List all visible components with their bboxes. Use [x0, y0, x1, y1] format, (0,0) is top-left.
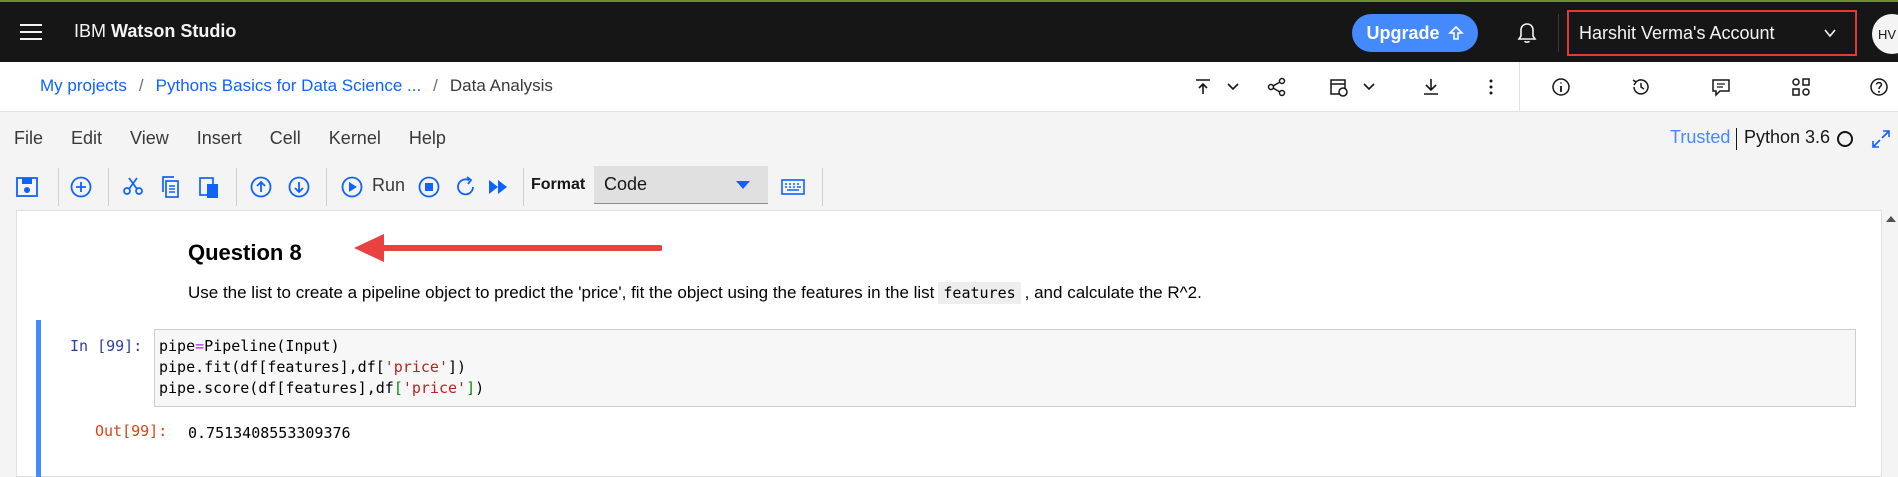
publish-icon[interactable] — [1192, 76, 1214, 98]
run-icon[interactable] — [339, 174, 365, 200]
chevron-down-icon[interactable] — [1222, 76, 1244, 98]
code-line: pipe=Pipeline(Input) — [159, 337, 340, 355]
version-history-icon[interactable] — [1630, 76, 1652, 98]
output-value: 0.7513408553309376 — [188, 424, 351, 442]
cut-icon[interactable] — [120, 174, 146, 200]
trusted-indicator[interactable]: Trusted — [1670, 127, 1730, 148]
caret-down-icon — [736, 181, 750, 189]
scroll-up-arrow-icon[interactable] — [1886, 216, 1896, 222]
insert-cell-icon[interactable] — [68, 174, 94, 200]
account-label: Harshit Verma's Account — [1579, 22, 1775, 43]
notebook-menubar: File Edit View Insert Cell Kernel Help T… — [0, 112, 1898, 164]
keyboard-icon[interactable] — [780, 174, 806, 200]
top-header: IBM Watson Studio Upgrade Harshit Verma'… — [0, 0, 1898, 62]
input-prompt: In [99]: — [70, 337, 143, 355]
breadcrumb-current: Data Analysis — [449, 76, 553, 95]
environment-icon[interactable] — [1790, 76, 1812, 98]
save-icon[interactable] — [14, 174, 40, 200]
breadcrumb-separator: / — [433, 76, 438, 95]
toolbar-divider — [108, 168, 109, 206]
annotation-arrow-icon — [354, 234, 662, 262]
upgrade-arrow-icon — [1447, 25, 1464, 40]
kernel-divider — [1736, 128, 1737, 150]
code-line: pipe.fit(df[features],df['price']) — [159, 358, 467, 376]
breadcrumb-my-projects[interactable]: My projects — [40, 76, 127, 96]
comments-icon[interactable] — [1710, 76, 1732, 98]
question-text-end: , and calculate the R^2. — [1024, 283, 1202, 302]
menu-list: File Edit View Insert Cell Kernel Help — [14, 128, 446, 149]
upgrade-button[interactable]: Upgrade — [1352, 14, 1478, 52]
copy-icon[interactable] — [158, 174, 184, 200]
cell-format-value: Code — [604, 174, 648, 194]
chevron-down-icon[interactable] — [1358, 76, 1380, 98]
hamburger-menu-icon[interactable] — [20, 24, 42, 40]
schedule-job-icon[interactable] — [1328, 76, 1350, 98]
breadcrumb-project[interactable]: Pythons Basics for Data Science ... — [156, 76, 422, 96]
brand-name: Watson Studio — [111, 21, 237, 41]
notebook-toolbar: Run Format Code — [0, 164, 1898, 210]
menu-file[interactable]: File — [14, 128, 43, 149]
code-line: pipe.score(df[features],df['price']) — [159, 379, 485, 397]
project-navbar: My projects / Pythons Basics for Data Sc… — [0, 62, 1898, 112]
question-text-start: Use the list to create a pipeline object… — [188, 283, 935, 302]
header-divider — [1558, 14, 1559, 52]
menu-edit[interactable]: Edit — [71, 128, 102, 149]
breadcrumb: My projects / Pythons Basics for Data Sc… — [40, 76, 553, 96]
vertical-scrollbar[interactable] — [1882, 210, 1898, 477]
run-button-label[interactable]: Run — [372, 175, 405, 196]
help-icon[interactable] — [1868, 76, 1890, 98]
move-down-icon[interactable] — [286, 174, 312, 200]
cell-format-select[interactable]: Code — [594, 166, 768, 204]
download-icon[interactable] — [1420, 76, 1442, 98]
toolbar-divider — [326, 168, 327, 206]
toolbar-divider — [523, 168, 524, 206]
expand-icon[interactable] — [1870, 128, 1892, 150]
menu-insert[interactable]: Insert — [197, 128, 242, 149]
overflow-menu-icon[interactable] — [1480, 76, 1502, 98]
paste-icon[interactable] — [196, 174, 222, 200]
markdown-text: Use the list to create a pipeline object… — [188, 282, 1202, 304]
kernel-name[interactable]: Python 3.6 — [1744, 127, 1830, 148]
chevron-down-icon — [1824, 29, 1836, 38]
info-icon[interactable] — [1550, 76, 1572, 98]
menu-help[interactable]: Help — [409, 128, 446, 149]
upgrade-label: Upgrade — [1366, 22, 1440, 43]
toolbar-divider — [58, 168, 59, 206]
restart-icon[interactable] — [453, 174, 479, 200]
stop-icon[interactable] — [416, 174, 442, 200]
breadcrumb-separator: / — [138, 76, 144, 95]
menu-cell[interactable]: Cell — [270, 128, 301, 149]
notifications-bell-icon[interactable] — [1515, 21, 1539, 45]
run-all-icon[interactable] — [486, 174, 512, 200]
code-editor[interactable]: pipe=Pipeline(Input) pipe.fit(df[feature… — [154, 329, 1856, 407]
kernel-status-icon — [1837, 131, 1853, 147]
user-avatar[interactable]: HV — [1872, 14, 1898, 54]
menu-kernel[interactable]: Kernel — [329, 128, 381, 149]
account-switcher[interactable]: Harshit Verma's Account — [1567, 10, 1857, 56]
inline-code: features — [938, 282, 1021, 304]
share-icon[interactable] — [1266, 76, 1288, 98]
markdown-heading: Question 8 — [188, 240, 302, 265]
format-label: Format — [531, 176, 586, 193]
toolbar-divider — [236, 168, 237, 206]
output-prompt: Out[99]: — [95, 422, 168, 440]
brand-prefix: IBM — [74, 21, 107, 41]
toolbar-divider — [822, 168, 823, 206]
menu-view[interactable]: View — [130, 128, 169, 149]
navbar-divider — [1519, 62, 1520, 112]
move-up-icon[interactable] — [248, 174, 274, 200]
app-brand[interactable]: IBM Watson Studio — [74, 21, 236, 42]
